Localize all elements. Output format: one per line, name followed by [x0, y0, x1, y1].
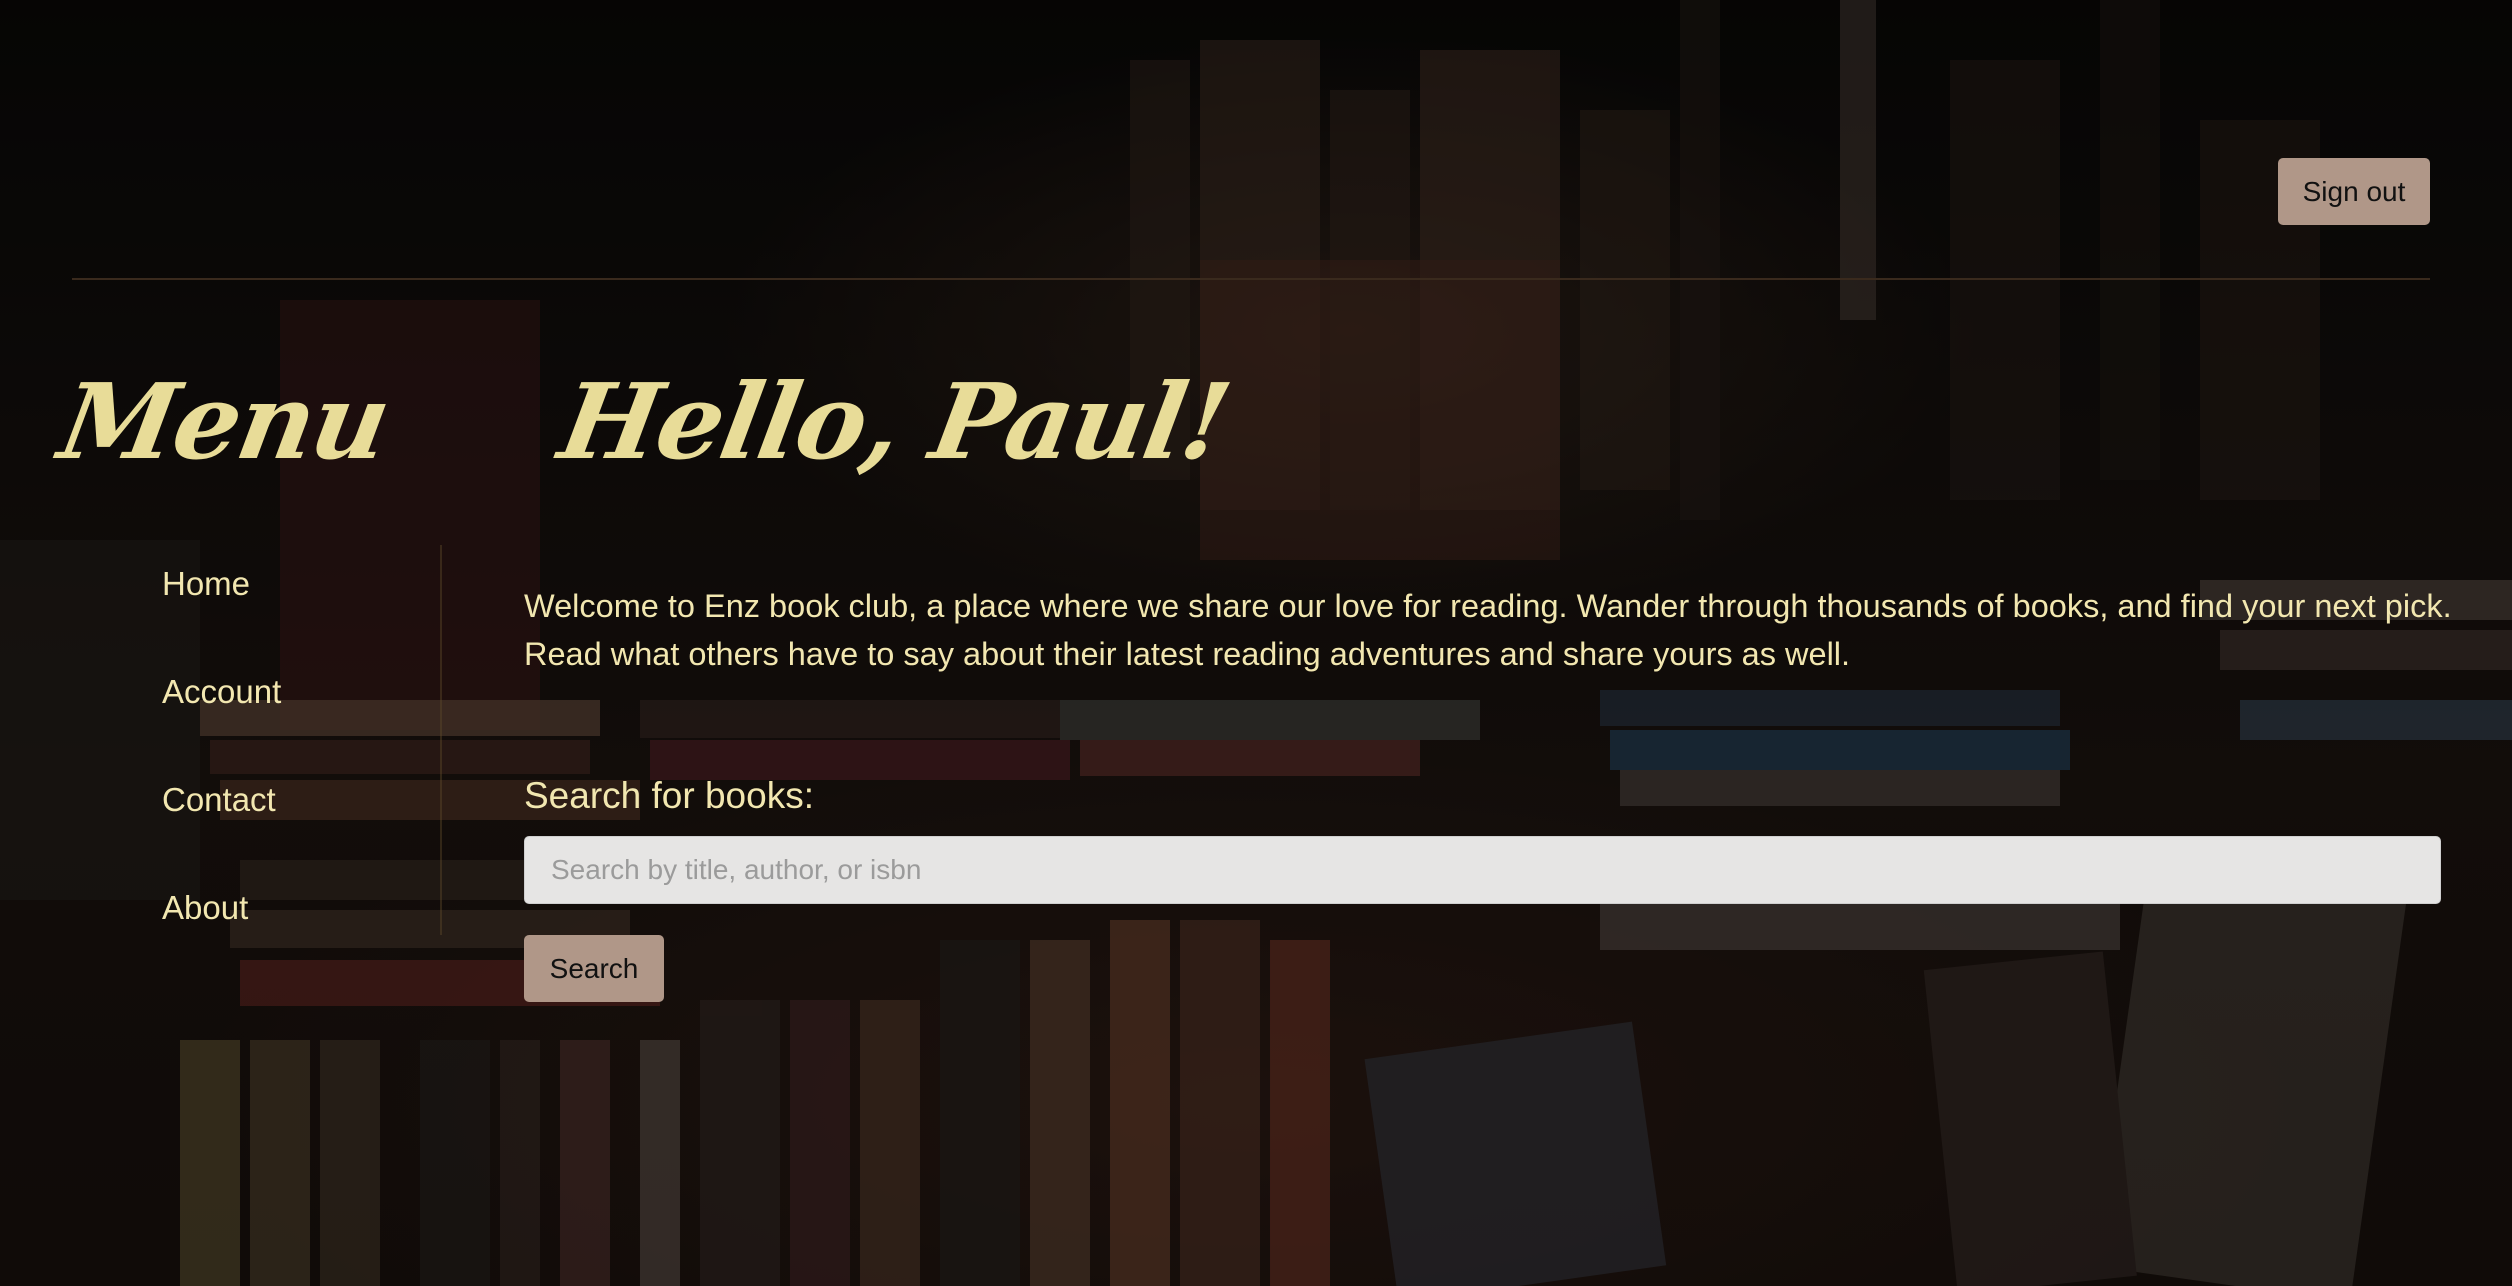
greeting-heading: Hello, Paul! — [551, 360, 1238, 483]
nav-link-home[interactable]: Home — [162, 565, 250, 602]
nav-link-about[interactable]: About — [162, 889, 248, 926]
sidebar-nav: Home Account Contact About — [162, 565, 281, 997]
sidebar-item-about: About — [162, 889, 281, 997]
nav-link-account[interactable]: Account — [162, 673, 281, 710]
menu-divider — [440, 545, 442, 935]
search-label: Search for books: — [524, 775, 814, 816]
menu-title: Menu — [51, 360, 398, 483]
search-button[interactable]: Search — [524, 935, 664, 1002]
welcome-text: Welcome to Enz book club, a place where … — [524, 588, 2452, 672]
nav-link-contact[interactable]: Contact — [162, 781, 276, 818]
header-divider — [72, 278, 2430, 280]
sidebar-item-contact: Contact — [162, 781, 281, 889]
sign-out-button[interactable]: Sign out — [2278, 158, 2430, 225]
sidebar-item-account: Account — [162, 673, 281, 781]
search-input[interactable] — [524, 836, 2441, 904]
sidebar-item-home: Home — [162, 565, 281, 673]
